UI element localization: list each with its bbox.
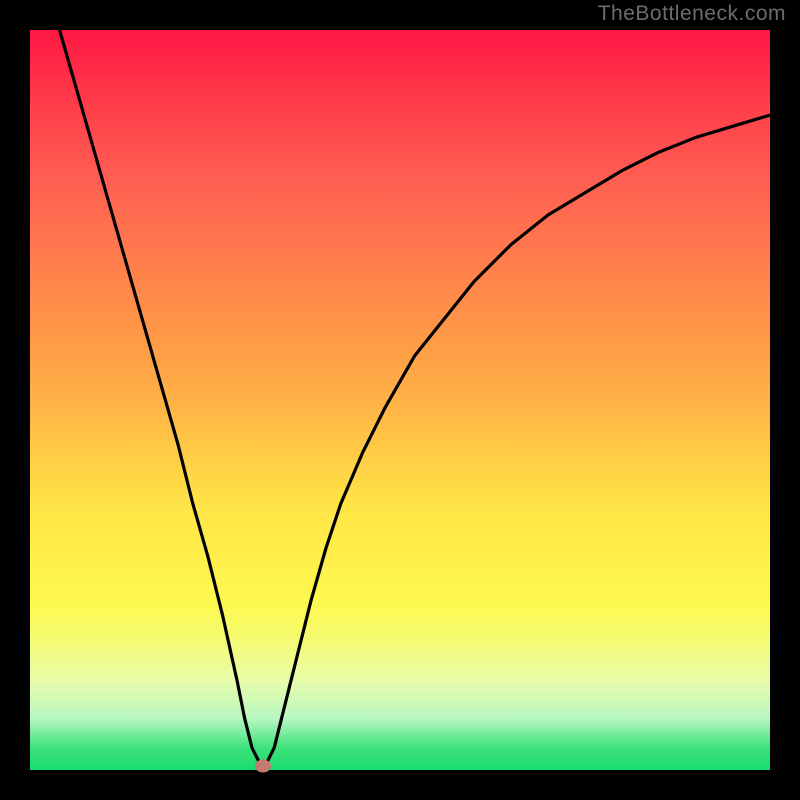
- watermark-text: TheBottleneck.com: [598, 2, 786, 26]
- curve-svg: [30, 30, 770, 770]
- bottleneck-curve-path: [60, 30, 770, 763]
- min-point-marker: [255, 760, 271, 773]
- chart-wrapper: TheBottleneck.com: [0, 0, 800, 800]
- plot-area: [30, 30, 770, 770]
